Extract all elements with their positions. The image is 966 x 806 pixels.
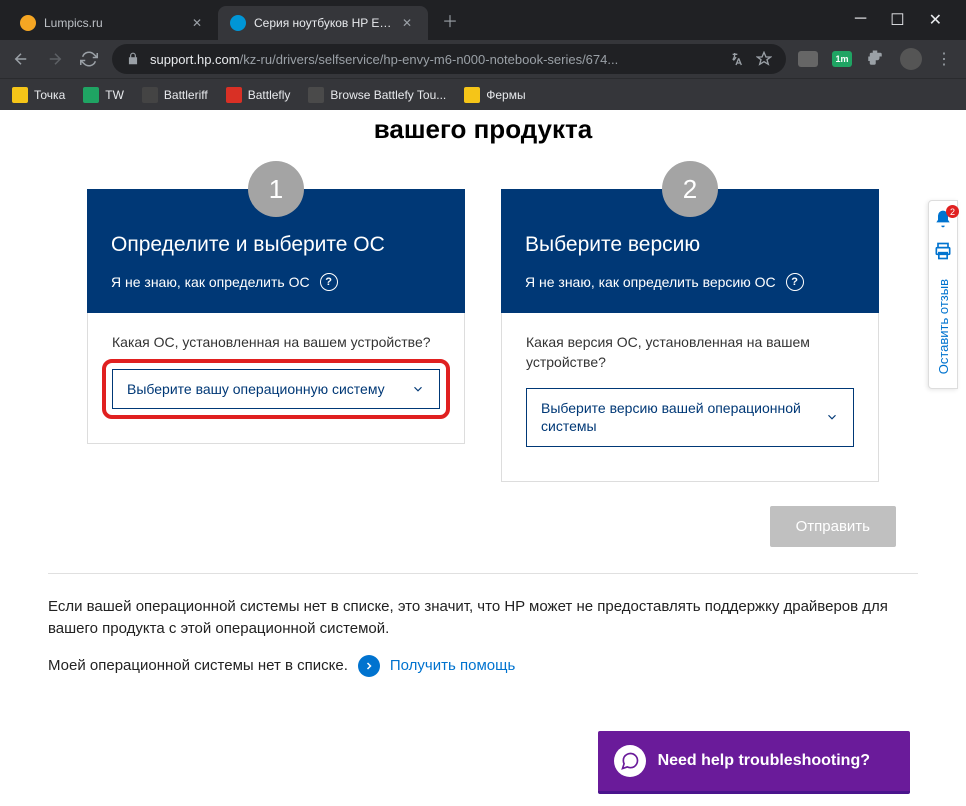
address-bar: support.hp.com/kz-ru/drivers/selfservice…: [0, 40, 966, 78]
chat-icon: [614, 745, 646, 777]
step-body: Какая версия ОС, установленная на вашем …: [501, 313, 879, 482]
no-os-text: Моей операционной системы нет в списке.: [48, 657, 348, 674]
bookmark-battleriff[interactable]: Battleriff: [142, 87, 208, 103]
menu-icon[interactable]: ⋮: [936, 49, 956, 69]
step-help-link[interactable]: Я не знаю, как определить версию ОС ?: [525, 273, 855, 291]
page-title: вашего продукта: [0, 110, 966, 161]
version-dropdown[interactable]: Выберите версию вашей операционной систе…: [526, 388, 854, 446]
help-icon: ?: [786, 273, 804, 291]
lock-icon: [126, 52, 140, 66]
new-tab-button[interactable]: ＋: [436, 6, 464, 34]
url-text: support.hp.com/kz-ru/drivers/selfservice…: [150, 52, 720, 67]
chevron-down-icon: [411, 382, 425, 396]
ext-icon-1[interactable]: [798, 51, 818, 67]
step-body: Какая ОС, установленная на вашем устройс…: [87, 313, 465, 444]
bookmark-battlefly[interactable]: Battlefly: [226, 87, 291, 103]
close-window-icon[interactable]: ✕: [929, 10, 942, 30]
browser-chrome: Lumpics.ru ✕ Серия ноутбуков HP ENVY m6-…: [0, 0, 966, 110]
bookmark-tw[interactable]: TW: [83, 87, 124, 103]
get-help-link[interactable]: Получить помощь: [390, 657, 515, 674]
url-box[interactable]: support.hp.com/kz-ru/drivers/selfservice…: [112, 44, 786, 74]
reload-button[interactable]: [78, 48, 100, 70]
notification-badge: 2: [946, 205, 959, 218]
tab-hp[interactable]: Серия ноутбуков HP ENVY m6-n ✕: [218, 6, 428, 40]
info-text: Если вашей операционной системы нет в сп…: [0, 574, 966, 641]
bookmark-fermy[interactable]: Фермы: [464, 87, 525, 103]
chat-text: Need help troubleshooting?: [658, 752, 870, 770]
highlight-box: Выберите вашу операционную систему: [102, 359, 450, 419]
tab-title: Серия ноутбуков HP ENVY m6-n: [254, 16, 394, 30]
translate-icon[interactable]: [730, 51, 746, 67]
feedback-button[interactable]: Оставить отзыв: [936, 273, 951, 380]
bookmarks-bar: Точка TW Battleriff Battlefly Browse Bat…: [0, 78, 966, 110]
extension-icons: 1m ⋮: [798, 48, 956, 70]
help-icon: ?: [320, 273, 338, 291]
ext-icon-3[interactable]: [866, 49, 886, 69]
print-button[interactable]: [933, 241, 953, 261]
step-question: Какая ОС, установленная на вашем устройс…: [112, 333, 440, 353]
profile-avatar[interactable]: [900, 48, 922, 70]
step-number: 2: [662, 161, 718, 217]
step-number: 1: [248, 161, 304, 217]
minimize-icon[interactable]: ─: [855, 10, 866, 30]
forward-button[interactable]: [44, 48, 66, 70]
page-content: вашего продукта 1 Определите и выберите …: [0, 110, 966, 806]
steps-container: 1 Определите и выберите ОС Я не знаю, ка…: [0, 161, 966, 482]
tab-bar: Lumpics.ru ✕ Серия ноутбуков HP ENVY m6-…: [0, 0, 966, 40]
submit-button[interactable]: Отправить: [770, 506, 896, 547]
favicon-lumpics: [20, 15, 36, 31]
submit-row: Отправить: [0, 482, 966, 547]
help-link-row: Моей операционной системы нет в списке. …: [0, 641, 966, 691]
bookmark-battlefy[interactable]: Browse Battlefy Tou...: [308, 87, 446, 103]
step-heading: Определите и выберите ОС: [111, 233, 441, 257]
chat-widget[interactable]: Need help troubleshooting?: [598, 731, 910, 794]
tab-lumpics[interactable]: Lumpics.ru ✕: [8, 6, 218, 40]
maximize-icon[interactable]: ☐: [890, 10, 904, 30]
star-icon[interactable]: [756, 51, 772, 67]
arrow-circle-icon: [358, 655, 380, 677]
close-icon[interactable]: ✕: [402, 16, 416, 30]
notifications-button[interactable]: 2: [933, 209, 953, 229]
ext-icon-2[interactable]: 1m: [832, 51, 852, 67]
floating-sidebar: 2 Оставить отзыв: [928, 200, 958, 389]
window-controls: ─ ☐ ✕: [855, 10, 958, 30]
step-question: Какая версия ОС, установленная на вашем …: [526, 333, 854, 372]
step-help-link[interactable]: Я не знаю, как определить ОС ?: [111, 273, 441, 291]
favicon-hp: [230, 15, 246, 31]
close-icon[interactable]: ✕: [192, 16, 206, 30]
os-dropdown[interactable]: Выберите вашу операционную систему: [112, 369, 440, 409]
tab-title: Lumpics.ru: [44, 16, 184, 30]
step-2: 2 Выберите версию Я не знаю, как определ…: [501, 161, 879, 482]
chevron-down-icon: [825, 410, 839, 424]
step-heading: Выберите версию: [525, 233, 855, 257]
back-button[interactable]: [10, 48, 32, 70]
step-1: 1 Определите и выберите ОС Я не знаю, ка…: [87, 161, 465, 482]
bookmark-tochka[interactable]: Точка: [12, 87, 65, 103]
